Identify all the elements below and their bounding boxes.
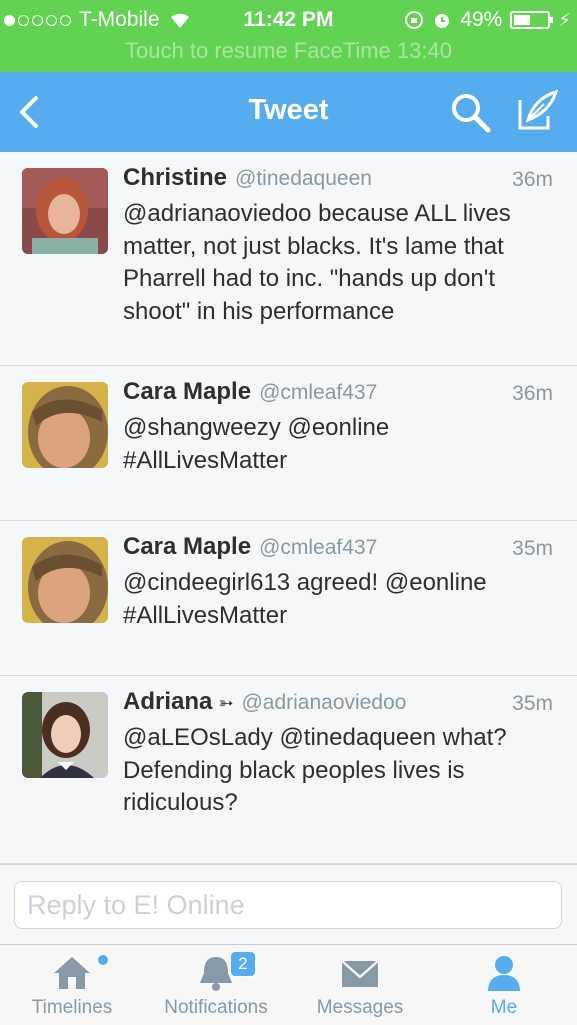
tweet-author-name[interactable]: Adriana xyxy=(123,688,212,715)
alarm-icon xyxy=(435,14,450,28)
status-bar: T-Mobile 11:42 PM 49% ⚡ Touch to resume … xyxy=(0,0,577,72)
nav-bar: Tweet xyxy=(0,72,577,152)
envelope-icon xyxy=(341,960,379,987)
tab-bar: Timelines 2 Notifications Messages Me xyxy=(0,944,577,1025)
tweet-item[interactable]: Cara Maple @cmleaf437 35m @cindeegirl613 … xyxy=(0,521,577,676)
tweet-text: @cindeegirl613 agreed! @eonline #AllLive… xyxy=(123,569,487,629)
compose-icon[interactable] xyxy=(514,88,560,134)
charging-icon: ⚡ xyxy=(558,9,571,30)
arrow-icon: ➳ xyxy=(218,693,234,713)
notification-badge: 2 xyxy=(230,951,256,977)
new-content-dot xyxy=(98,955,108,965)
home-icon xyxy=(54,957,90,989)
tab-label: Me xyxy=(490,997,518,1018)
tweet-author-handle[interactable]: @cmleaf437 xyxy=(259,381,377,404)
tweet-author-name[interactable]: Cara Maple xyxy=(123,378,251,405)
tweet-author-name[interactable]: Cara Maple xyxy=(123,533,251,560)
facetime-banner[interactable]: Touch to resume FaceTime 13:40 xyxy=(0,38,577,64)
tweet-time: 36m xyxy=(512,382,553,405)
battery-percent: 49% xyxy=(460,8,503,31)
tab-notifications[interactable]: 2 Notifications xyxy=(146,945,286,1025)
reply-bar xyxy=(0,864,577,945)
tweet-text: @shangweezy @eonline #AllLivesMatter xyxy=(123,414,390,474)
avatar[interactable] xyxy=(22,537,108,623)
tweet-author-handle[interactable]: @adrianaoviedoo xyxy=(241,691,406,714)
tab-messages[interactable]: Messages xyxy=(290,945,430,1025)
tweet-time: 36m xyxy=(512,168,553,191)
tweet-text: @adrianaoviedoo because ALL lives matter… xyxy=(123,200,511,325)
tweet-item[interactable]: Cara Maple @cmleaf437 36m @shangweezy @eo… xyxy=(0,366,577,521)
tweet-time: 35m xyxy=(512,692,553,715)
tweet-author-name[interactable]: Christine xyxy=(123,164,227,191)
battery-icon xyxy=(510,11,554,29)
tweet-item[interactable]: Adriana ➳ @adrianaoviedoo 35m @aLEOsLady @… xyxy=(0,676,577,864)
tweet-time: 35m xyxy=(512,537,553,560)
tab-label: Messages xyxy=(316,997,404,1018)
tweet-author-handle[interactable]: @tinedaqueen xyxy=(235,167,372,190)
tweet-text: @aLEOsLady @tinedaqueen what? Defending … xyxy=(123,724,507,816)
avatar[interactable] xyxy=(22,168,108,254)
tab-timelines[interactable]: Timelines xyxy=(2,945,142,1025)
person-icon xyxy=(488,956,520,991)
tab-label: Notifications xyxy=(164,997,268,1018)
avatar[interactable] xyxy=(22,692,108,778)
tweet-author-handle[interactable]: @cmleaf437 xyxy=(259,536,377,559)
tweet-item[interactable]: Christine @tinedaqueen 36m @adrianaoviedo… xyxy=(0,152,577,366)
search-icon[interactable] xyxy=(448,90,492,134)
avatar[interactable] xyxy=(22,382,108,468)
tab-label: Timelines xyxy=(31,997,113,1018)
reply-input[interactable] xyxy=(14,881,562,929)
rotation-lock-icon xyxy=(405,11,424,29)
tab-me[interactable]: Me xyxy=(434,945,574,1025)
